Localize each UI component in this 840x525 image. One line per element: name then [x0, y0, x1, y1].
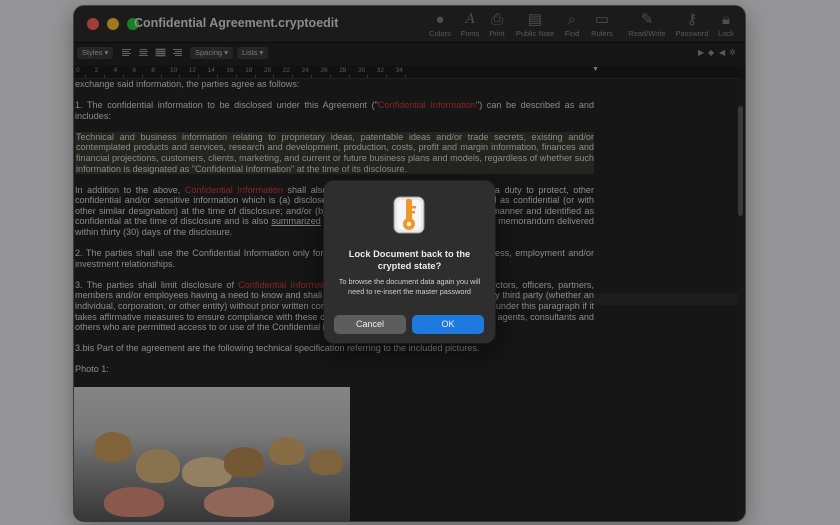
cancel-button[interactable]: Cancel — [334, 315, 406, 334]
dialog-title: Lock Document back to the crypted state? — [348, 249, 471, 271]
key-lock-app-icon — [393, 196, 425, 234]
dialog-message: To browse the document data again you wi… — [338, 277, 481, 296]
lock-confirmation-dialog: Lock Document back to the crypted state?… — [324, 181, 495, 343]
ok-button[interactable]: OK — [412, 315, 484, 334]
